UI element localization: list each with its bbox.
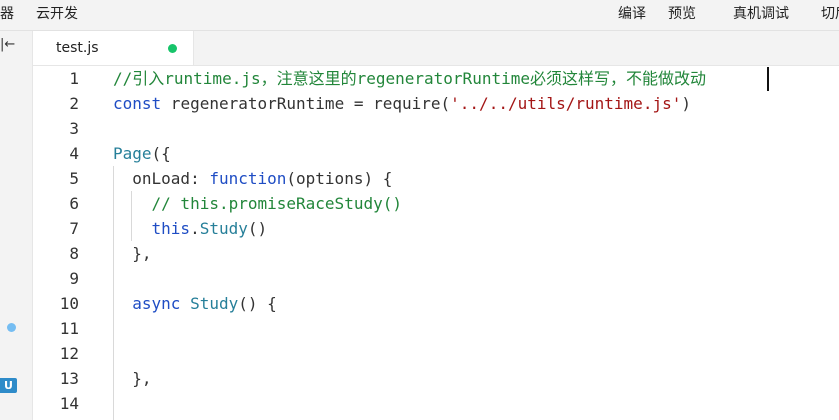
code-token: }, — [113, 244, 152, 263]
menu-item-partial[interactable]: 器 — [0, 5, 14, 23]
code-token: regeneratorRuntime = require( — [161, 94, 451, 113]
line-number: 9 — [69, 269, 79, 288]
file-tree-strip: |← U — [0, 31, 33, 420]
code-line[interactable]: 10 async Study() { — [33, 291, 839, 316]
code-text: onLoad: function(options) { — [113, 166, 392, 191]
code-line[interactable]: 6 // this.promiseRaceStudy() — [33, 191, 839, 216]
line-number: 4 — [69, 144, 79, 163]
code-token: function — [209, 169, 287, 188]
line-number: 13 — [59, 369, 79, 388]
unsaved-dot-icon[interactable] — [168, 44, 177, 53]
untracked-badge: U — [0, 378, 17, 393]
code-token: }, — [113, 369, 152, 388]
line-number: 8 — [69, 244, 79, 263]
code-text: // this.promiseRaceStudy() — [113, 191, 402, 216]
code-token: onLoad: — [113, 169, 210, 188]
collapse-sidebar-icon[interactable]: |← — [0, 37, 15, 53]
line-number: 5 — [69, 169, 79, 188]
code-token: () { — [238, 294, 277, 313]
line-number: 11 — [59, 319, 79, 338]
code-line[interactable]: 13 }, — [33, 366, 839, 391]
code-text: }, — [113, 366, 152, 391]
code-line[interactable]: 14 — [33, 391, 839, 416]
code-line[interactable]: 5 onLoad: function(options) { — [33, 166, 839, 191]
line-number: 10 — [59, 294, 79, 313]
code-line[interactable]: 3 — [33, 116, 839, 141]
code-token: () — [247, 219, 268, 238]
code-line[interactable]: 7 this.Study() — [33, 216, 839, 241]
menu-bar: 器 云开发 编译 预览 真机调试 切后 — [0, 0, 839, 31]
code-token: . — [190, 219, 200, 238]
code-line[interactable]: 12 — [33, 341, 839, 366]
text-cursor — [767, 67, 769, 91]
code-text: async Study() { — [113, 291, 277, 316]
line-number: 6 — [69, 194, 79, 213]
menu-item-preview[interactable]: 预览 — [668, 5, 696, 23]
code-token: this — [151, 219, 191, 238]
code-line[interactable]: 2 const regeneratorRuntime = require('../… — [33, 91, 839, 116]
code-token: ({ — [151, 144, 171, 163]
line-number: 12 — [59, 344, 79, 363]
code-token: ) — [681, 94, 691, 113]
menu-item-compile[interactable]: 编译 — [618, 5, 646, 23]
code-editor[interactable]: 1 //引入runtime.js，注意这里的regeneratorRuntime必… — [33, 66, 839, 420]
line-number: 7 — [69, 219, 79, 238]
code-token: Page — [113, 144, 152, 163]
code-token: const — [113, 94, 162, 113]
code-token: '../../utils/runtime.js' — [450, 94, 682, 113]
code-token: async — [132, 294, 181, 313]
code-text: }, — [113, 241, 152, 266]
code-token: (options) { — [286, 169, 393, 188]
code-token: Study — [190, 294, 239, 313]
code-text: const regeneratorRuntime = require('../.… — [113, 91, 691, 116]
code-token: // this.promiseRaceStudy() — [113, 194, 402, 213]
line-number: 1 — [69, 69, 79, 88]
code-line[interactable]: 4 Page({ — [33, 141, 839, 166]
code-text: //引入runtime.js，注意这里的regeneratorRuntime必须… — [113, 66, 706, 91]
tab-filename: test.js — [56, 40, 99, 56]
code-line[interactable]: 8 }, — [33, 241, 839, 266]
code-text: this.Study() — [113, 216, 268, 241]
code-line[interactable]: 11 — [33, 316, 839, 341]
code-token: Study — [199, 219, 248, 238]
menu-item-switch-backend[interactable]: 切后 — [821, 5, 839, 23]
tab-test-js[interactable]: test.js — [33, 31, 194, 65]
line-number: 2 — [69, 94, 79, 113]
code-line[interactable]: 9 — [33, 266, 839, 291]
changed-file-dot-icon — [7, 323, 16, 332]
code-token: //引入runtime.js，注意这里的regeneratorRuntime必须… — [113, 69, 706, 88]
menu-item-device-debug[interactable]: 真机调试 — [733, 5, 789, 23]
code-text: Page({ — [113, 141, 171, 166]
code-line[interactable]: 1 //引入runtime.js，注意这里的regeneratorRuntime必… — [33, 66, 839, 91]
line-number: 3 — [69, 119, 79, 138]
menu-item-cloud-dev[interactable]: 云开发 — [36, 5, 78, 23]
line-number: 14 — [59, 394, 79, 413]
editor-tab-bar: test.js — [33, 31, 839, 66]
